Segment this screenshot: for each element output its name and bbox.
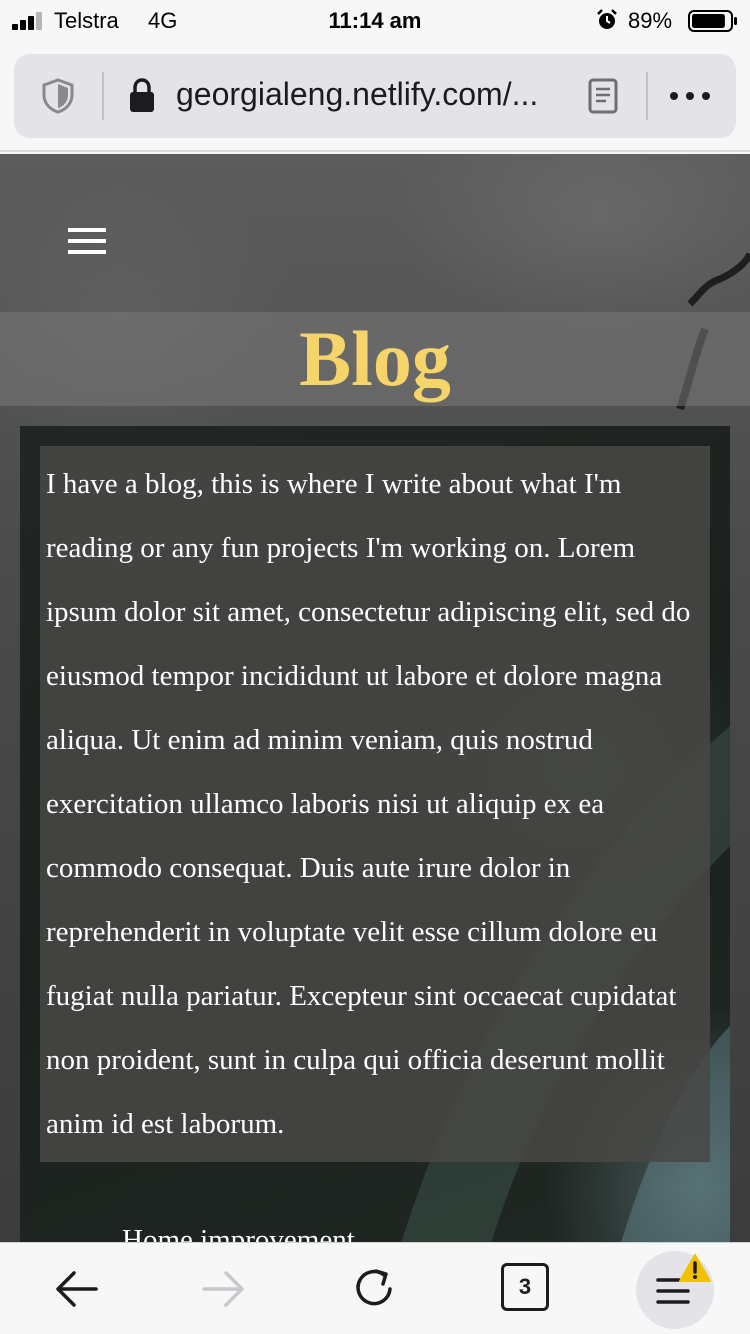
title-band: Blog (0, 312, 750, 406)
lock-icon (130, 78, 154, 112)
reader-view-icon[interactable] (588, 78, 618, 114)
back-arrow-icon[interactable] (52, 1265, 100, 1313)
tabs-button[interactable]: 3 (501, 1263, 549, 1311)
app-menu-button[interactable] (636, 1251, 714, 1329)
forward-arrow-icon[interactable] (200, 1265, 248, 1313)
browser-chrome: georgialeng.netlify.com/... (0, 42, 750, 152)
blog-post-link[interactable]: Home improvement (122, 1224, 355, 1242)
browser-toolbar: 3 (0, 1242, 750, 1334)
blog-intro-box: I have a blog, this is where I write abo… (40, 446, 710, 1162)
hamburger-menu-icon[interactable] (68, 228, 106, 254)
shield-icon[interactable] (40, 78, 76, 114)
url-text[interactable]: georgialeng.netlify.com/... (176, 76, 538, 113)
divider (646, 72, 648, 120)
battery-icon (688, 10, 737, 32)
warning-icon (679, 1254, 711, 1282)
reload-icon[interactable] (350, 1263, 400, 1313)
content-panel: I have a blog, this is where I write abo… (20, 426, 730, 1242)
more-icon[interactable] (668, 84, 712, 108)
battery-percentage: 89% (628, 8, 673, 33)
divider (102, 72, 104, 120)
stone-crack-decoration (676, 252, 750, 411)
blog-intro-text: I have a blog, this is where I write abo… (46, 468, 691, 1140)
address-bar[interactable]: georgialeng.netlify.com/... (14, 54, 736, 138)
page-title: Blog (299, 315, 451, 402)
web-page: Blog I have a blog, this is where I writ… (0, 154, 750, 1242)
status-bar: Telstra 4G 11:14 am 89% (0, 0, 750, 42)
alarm-icon (597, 9, 617, 29)
